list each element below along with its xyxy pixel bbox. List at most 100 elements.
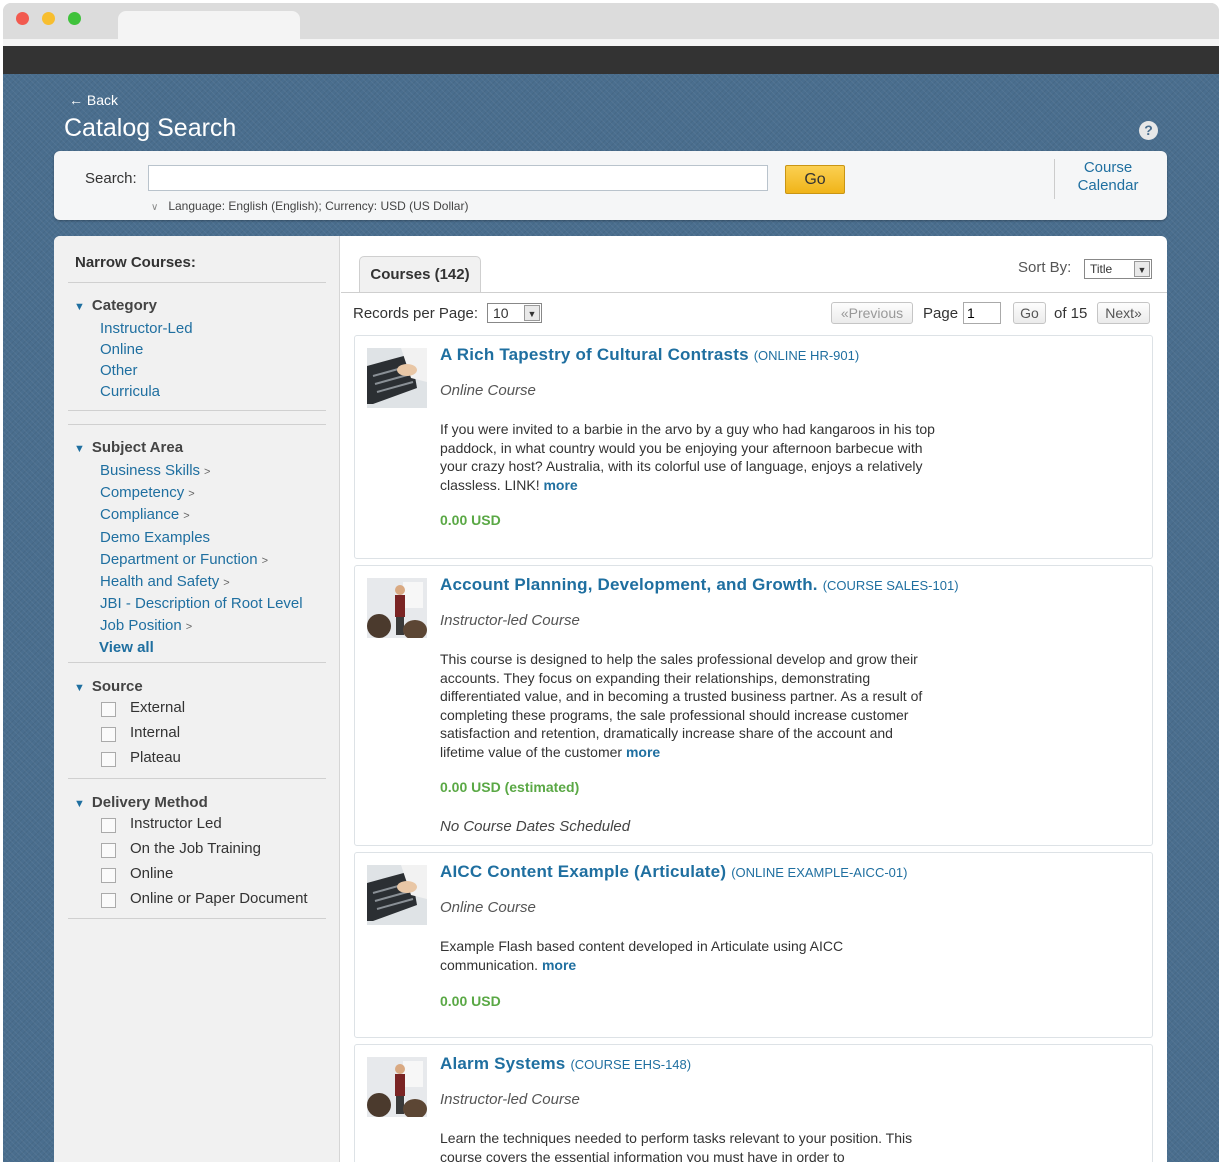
checkbox[interactable]	[101, 727, 116, 742]
course-calendar-link[interactable]: Course Calendar	[1064, 159, 1152, 195]
help-icon[interactable]: ?	[1139, 121, 1158, 140]
presenter-thumbnail[interactable]	[367, 1057, 427, 1117]
records-per-page-value: 10	[493, 305, 509, 321]
more-link[interactable]: more	[543, 477, 577, 493]
browser-window: ← Back Catalog Search ? Search: Go ∨ Lang…	[3, 3, 1219, 1162]
back-link[interactable]: ← Back	[69, 92, 118, 108]
search-input[interactable]	[148, 165, 768, 191]
category-link-online[interactable]: Online	[100, 341, 143, 358]
search-go-button[interactable]: Go	[785, 165, 845, 194]
checkbox[interactable]	[101, 752, 116, 767]
triangle-down-icon[interactable]: ▼	[74, 443, 85, 455]
narrow-courses-sidebar: Narrow Courses: ▼ Category Instructor-Led…	[54, 236, 340, 1162]
subject-link-job-position[interactable]: Job Position >	[100, 617, 192, 634]
checkbox-label: Online	[130, 865, 174, 882]
checkbox-label: Internal	[130, 724, 181, 741]
keyboard-thumbnail[interactable]	[367, 865, 427, 925]
presenter-image	[367, 1057, 427, 1117]
triangle-down-icon[interactable]: ▼	[74, 798, 85, 810]
subject-link-department-or-function[interactable]: Department or Function >	[100, 551, 268, 568]
course-card: A Rich Tapestry of Cultural Contrasts (ON…	[354, 335, 1153, 559]
browser-toolbar	[3, 46, 1219, 74]
checkbox-label: Plateau	[130, 749, 181, 766]
course-title-link[interactable]: A Rich Tapestry of Cultural Contrasts	[440, 345, 749, 364]
course-title-row: Account Planning, Development, and Growt…	[440, 575, 959, 595]
checkbox-label: Instructor Led	[130, 815, 222, 832]
facet-category-heading[interactable]: ▼ Category	[74, 297, 157, 314]
tab-courses[interactable]: Courses (142)	[359, 256, 481, 292]
facet-heading-label: Source	[91, 678, 143, 695]
course-type: Instructor-led Course	[440, 612, 580, 629]
course-title-row: Alarm Systems (COURSE EHS-148)	[440, 1054, 691, 1074]
chevron-right-icon: >	[183, 510, 190, 522]
course-description: Learn the techniques needed to perform t…	[440, 1129, 940, 1162]
divider	[68, 918, 326, 919]
course-description: If you were invited to a barbie in the a…	[440, 420, 940, 494]
subject-link-compliance[interactable]: Compliance >	[100, 506, 190, 523]
next-page-button[interactable]: Next»	[1097, 302, 1150, 324]
checkbox[interactable]	[101, 843, 116, 858]
subject-link-label: Business Skills	[100, 462, 201, 479]
minimize-window-icon[interactable]	[42, 12, 55, 25]
browser-tab[interactable]	[118, 11, 300, 41]
sort-by-value: Title	[1090, 262, 1113, 276]
records-per-page-select[interactable]: 10 ▼	[487, 303, 542, 323]
previous-page-button[interactable]: «Previous	[831, 302, 913, 324]
category-link-curricula[interactable]: Curricula	[100, 383, 160, 400]
course-type: Instructor-led Course	[440, 1091, 580, 1108]
checkbox[interactable]	[101, 868, 116, 883]
subject-link-business-skills[interactable]: Business Skills >	[100, 462, 210, 479]
course-price: 0.00 USD (estimated)	[440, 779, 580, 795]
page-go-button[interactable]: Go	[1013, 302, 1046, 324]
category-link-other[interactable]: Other	[100, 362, 138, 379]
checkbox[interactable]	[101, 702, 116, 717]
divider	[68, 424, 326, 425]
checkbox-label: Online or Paper Document	[130, 890, 308, 907]
main-panel: Narrow Courses: ▼ Category Instructor-Led…	[54, 236, 1167, 1162]
chevron-down-icon[interactable]: ▼	[524, 305, 540, 321]
subject-link-competency[interactable]: Competency >	[100, 484, 195, 501]
close-window-icon[interactable]	[16, 12, 29, 25]
facet-subject-area-heading[interactable]: ▼ Subject Area	[74, 439, 183, 456]
subject-link-jbi-root-level[interactable]: JBI - Description of Root Level	[100, 595, 303, 612]
course-description-text: If you were invited to a barbie in the a…	[440, 421, 935, 493]
presenter-thumbnail[interactable]	[367, 578, 427, 638]
browser-titlebar	[3, 3, 1219, 41]
facet-delivery-method-heading[interactable]: ▼ Delivery Method	[74, 794, 208, 811]
triangle-down-icon[interactable]: ▼	[74, 682, 85, 694]
course-card: Alarm Systems (COURSE EHS-148) Instructor…	[354, 1044, 1153, 1162]
more-link[interactable]: more	[542, 957, 576, 973]
checkbox-label: External	[130, 699, 186, 716]
course-title-link[interactable]: Alarm Systems	[440, 1054, 565, 1073]
subject-view-all-link[interactable]: View all	[99, 639, 154, 656]
course-title-link[interactable]: AICC Content Example (Articulate)	[440, 862, 726, 881]
course-title-row: A Rich Tapestry of Cultural Contrasts (ON…	[440, 345, 859, 365]
language-currency-line[interactable]: ∨ Language: English (English); Currency: …	[151, 199, 468, 213]
checkbox[interactable]	[101, 818, 116, 833]
subject-link-demo-examples[interactable]: Demo Examples	[100, 529, 210, 546]
subject-link-health-and-safety[interactable]: Health and Safety >	[100, 573, 230, 590]
sort-by-select[interactable]: Title ▼	[1084, 259, 1152, 279]
chevron-down-icon[interactable]: ∨	[151, 202, 158, 213]
checkbox-label: On the Job Training	[130, 840, 261, 857]
course-description-text: Example Flash based content developed in…	[440, 938, 844, 973]
keyboard-image	[367, 348, 427, 408]
language-currency-text: Language: English (English); Currency: U…	[168, 199, 469, 213]
chevron-down-icon[interactable]: ▼	[1134, 261, 1150, 277]
course-card: AICC Content Example (Articulate) (ONLINE…	[354, 852, 1153, 1038]
keyboard-thumbnail[interactable]	[367, 348, 427, 408]
triangle-down-icon[interactable]: ▼	[74, 301, 85, 313]
more-link[interactable]: more	[626, 744, 660, 760]
course-title-link[interactable]: Account Planning, Development, and Growt…	[440, 575, 818, 594]
course-card: Account Planning, Development, and Growt…	[354, 565, 1153, 846]
facet-heading-label: Subject Area	[91, 439, 184, 456]
maximize-window-icon[interactable]	[68, 12, 81, 25]
page-number-input[interactable]	[963, 302, 1001, 324]
facet-heading-label: Delivery Method	[91, 794, 208, 811]
checkbox[interactable]	[101, 893, 116, 908]
course-dates-status: No Course Dates Scheduled	[440, 818, 631, 835]
facet-source-heading[interactable]: ▼ Source	[74, 678, 143, 695]
divider	[68, 662, 326, 663]
course-description-text: Learn the techniques needed to perform t…	[440, 1130, 913, 1162]
category-link-instructor-led[interactable]: Instructor-Led	[100, 320, 193, 337]
